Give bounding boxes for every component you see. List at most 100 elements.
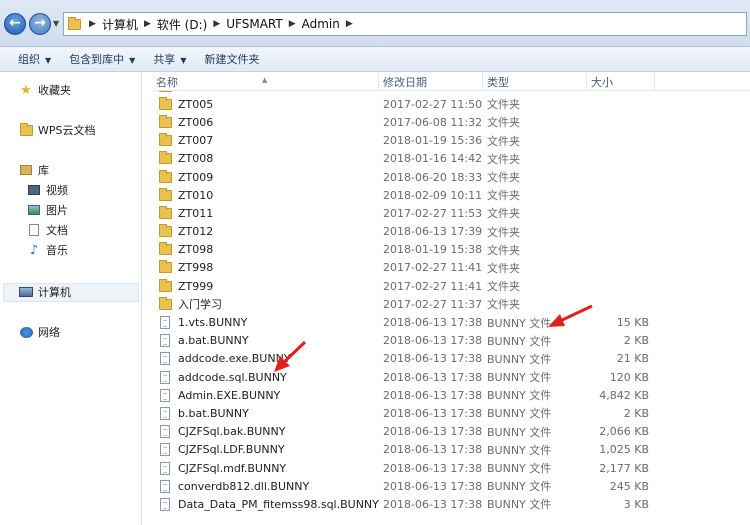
file-name: addcode.sql.BUNNY (178, 370, 287, 384)
file-row[interactable]: converdb812.dll.BUNNY 2018-06-13 17:38 BUN… (152, 477, 750, 495)
file-name-cell[interactable]: CJZFSql.bak.BUNNY (158, 425, 285, 439)
nav-item-network[interactable]: 网络 (18, 324, 60, 340)
breadcrumb-admin[interactable]: Admin (302, 17, 340, 31)
file-modified-date: 2018-01-19 15:36 (383, 134, 483, 148)
column-type-header[interactable]: 类型 (483, 72, 587, 91)
file-name-cell[interactable]: a.bat.BUNNY (158, 334, 249, 348)
file-name-cell[interactable]: ZT007 (158, 133, 214, 148)
file-name-cell[interactable]: ZT998 (158, 260, 213, 274)
nav-item-pictures[interactable]: 图片 (26, 202, 68, 218)
back-button[interactable]: ← (4, 13, 26, 35)
include-in-library-button[interactable]: 包含到库中 ▼ (69, 51, 135, 67)
file-row[interactable]: ZT006 2017-06-08 11:32 文件夹 (152, 113, 750, 131)
file-row[interactable]: 1.vts.BUNNY 2018-06-13 17:38 BUNNY 文件 15 KB (152, 313, 750, 331)
file-row[interactable]: Data_Data_PM_fitemss98.sql.BUNNY 2018-06-… (152, 495, 750, 513)
file-type: 文件夹 (487, 243, 520, 257)
file-name-cell[interactable]: addcode.sql.BUNNY (158, 370, 287, 384)
file-type: 文件夹 (487, 116, 520, 130)
file-row[interactable]: CJZFSql.mdf.BUNNY 2018-06-13 17:38 BUNNY 文… (152, 459, 750, 477)
file-row[interactable]: ZT009 2018-06-20 18:33 文件夹 (152, 168, 750, 186)
new-folder-button[interactable]: 新建文件夹 (204, 51, 259, 67)
address-input[interactable]: ▶ 计算机 ▶ 软件 (D:) ▶ UFSMART ▶ Admin ▶ (63, 12, 747, 36)
column-name-header[interactable]: ▲ 名称 (152, 72, 379, 91)
file-modified-date: 2017-02-27 11:41 (383, 279, 483, 293)
file-name-cell[interactable]: ZT004 (158, 91, 213, 93)
breadcrumb-computer[interactable]: 计算机 (102, 16, 138, 33)
chevron-right-icon[interactable]: ▶ (144, 19, 151, 29)
file-name: b.bat.BUNNY (178, 406, 249, 420)
file-name-cell[interactable]: ZT008 (158, 151, 213, 165)
nav-item-documents[interactable]: 文档 (26, 222, 68, 238)
file-name-cell[interactable]: ZT010 (158, 187, 213, 202)
file-type: 文件夹 (487, 280, 520, 294)
file-name-cell[interactable]: CJZFSql.LDF.BUNNY (158, 443, 285, 457)
file-modified-date: 2018-06-13 17:38 (383, 334, 483, 348)
file-name-cell[interactable]: ZT009 (158, 169, 213, 184)
file-type: 文件夹 (487, 152, 520, 166)
file-name-cell[interactable]: 1.vts.BUNNY (158, 316, 247, 330)
file-row[interactable]: ZT999 2017-02-27 11:41 文件夹 (152, 277, 750, 295)
file-name: ZT999 (178, 279, 214, 293)
file-row[interactable]: ZT007 2018-01-19 15:36 文件夹 (152, 132, 750, 150)
recent-pages-dropdown-icon[interactable]: ▼ (53, 19, 59, 28)
chevron-right-icon[interactable]: ▶ (89, 19, 96, 29)
file-icon (158, 388, 172, 402)
file-name-cell[interactable]: Admin.EXE.BUNNY (158, 388, 281, 402)
file-type: 文件夹 (487, 207, 520, 221)
file-type: 文件夹 (487, 171, 520, 185)
file-type: 文件夹 (487, 298, 520, 312)
file-row[interactable]: b.bat.BUNNY 2018-06-13 17:38 BUNNY 文件 2 KB (152, 404, 750, 422)
forward-button[interactable]: → (29, 13, 51, 35)
file-row[interactable]: ZT012 2018-06-13 17:39 文件夹 (152, 223, 750, 241)
file-name-cell[interactable]: ZT098 (158, 242, 213, 256)
column-modified-header[interactable]: 修改日期 (379, 72, 483, 91)
file-row[interactable]: ZT098 2018-01-19 15:38 文件夹 (152, 241, 750, 259)
file-name-cell[interactable]: ZT999 (158, 278, 214, 293)
file-name: Admin.EXE.BUNNY (178, 388, 281, 402)
chevron-right-icon[interactable]: ▶ (213, 19, 220, 29)
nav-item-music[interactable]: ♪ 音乐 (26, 242, 68, 258)
file-row[interactable]: ZT010 2018-02-09 10:11 文件夹 (152, 186, 750, 204)
breadcrumb-drive[interactable]: 软件 (D:) (157, 16, 207, 33)
nav-item-favorites[interactable]: ★ 收藏夹 (18, 82, 71, 98)
file-name-cell[interactable]: converdb812.dll.BUNNY (158, 479, 309, 493)
file-row[interactable]: CJZFSql.LDF.BUNNY 2018-06-13 17:38 BUNNY 文… (152, 441, 750, 459)
file-name-cell[interactable]: CJZFSql.mdf.BUNNY (158, 461, 286, 475)
file-name-cell[interactable]: ZT012 (158, 224, 213, 238)
column-size-header[interactable]: 大小 (587, 72, 655, 91)
file-row[interactable]: Admin.EXE.BUNNY 2018-06-13 17:38 BUNNY 文件 4… (152, 386, 750, 404)
share-button[interactable]: 共享 ▼ (153, 51, 186, 67)
folder-icon (158, 278, 172, 292)
file-row[interactable]: 入门学习 2017-02-27 11:37 文件夹 (152, 295, 750, 313)
nav-item-videos[interactable]: 视频 (26, 182, 68, 198)
file-row[interactable]: addcode.exe.BUNNY 2018-06-13 17:38 BUNNY 文… (152, 350, 750, 368)
nav-item-computer[interactable]: 计算机 (18, 284, 71, 300)
column-type-label: 类型 (487, 76, 509, 89)
file-name-cell[interactable]: addcode.exe.BUNNY (158, 352, 291, 366)
picture-icon (26, 205, 42, 215)
organize-button[interactable]: 组织 ▼ (18, 51, 51, 67)
file-type: BUNNY 文件 (487, 389, 552, 403)
file-name-cell[interactable]: 入门学习 (158, 296, 222, 312)
chevron-right-icon[interactable]: ▶ (346, 19, 353, 29)
nav-item-wps-cloud[interactable]: WPS云文档 (18, 122, 96, 138)
file-name-cell[interactable]: b.bat.BUNNY (158, 406, 249, 420)
file-row[interactable]: addcode.sql.BUNNY 2018-06-13 17:38 BUNNY 文… (152, 368, 750, 386)
file-name-cell[interactable]: Data_Data_PM_fitemss98.sql.BUNNY (158, 497, 379, 511)
column-modified-label: 修改日期 (383, 76, 427, 89)
file-row[interactable]: ZT008 2018-01-16 14:42 文件夹 (152, 150, 750, 168)
chevron-right-icon[interactable]: ▶ (289, 19, 296, 29)
file-row[interactable]: a.bat.BUNNY 2018-06-13 17:38 BUNNY 文件 2 KB (152, 332, 750, 350)
file-row[interactable]: ZT005 2017-02-27 11:50 文件夹 (152, 95, 750, 113)
file-name: ZT007 (178, 134, 214, 148)
file-row[interactable]: CJZFSql.bak.BUNNY 2018-06-13 17:38 BUNNY 文… (152, 423, 750, 441)
file-name-cell[interactable]: ZT005 (158, 96, 213, 111)
breadcrumb-ufsmart[interactable]: UFSMART (226, 17, 282, 31)
file-row[interactable]: ZT998 2017-02-27 11:41 文件夹 (152, 259, 750, 277)
file-name-cell[interactable]: ZT006 (158, 114, 213, 129)
file-type: BUNNY 文件 (487, 407, 552, 421)
nav-item-libraries[interactable]: 库 (18, 162, 49, 178)
computer-icon (18, 287, 34, 297)
file-row[interactable]: ZT011 2017-02-27 11:53 文件夹 (152, 204, 750, 222)
file-name-cell[interactable]: ZT011 (158, 205, 213, 220)
